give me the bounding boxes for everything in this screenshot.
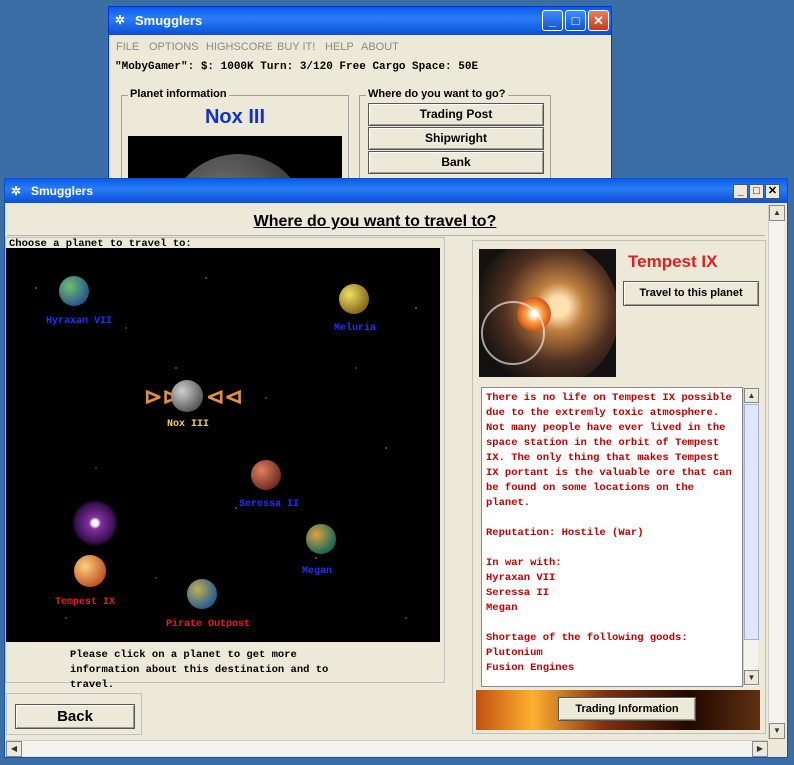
close-button[interactable]: ✕: [765, 184, 780, 199]
war-item: Hyraxan VII: [486, 572, 556, 584]
selected-planet-name: Tempest IX: [628, 252, 718, 271]
window-scroll-left-icon[interactable]: ◀: [6, 741, 22, 757]
planet-label-nox-iii[interactable]: Nox III: [167, 419, 209, 430]
minimize-button[interactable]: _: [542, 10, 563, 31]
menu-file[interactable]: FILE: [116, 41, 139, 53]
menu-about[interactable]: ABOUT: [361, 41, 399, 53]
planet-hyraxan-vii[interactable]: [59, 276, 89, 306]
selected-planet-image: [479, 249, 616, 377]
scroll-down-icon[interactable]: ▼: [744, 670, 759, 685]
close-button[interactable]: ✕: [588, 10, 609, 31]
nebula-purple: [72, 500, 118, 546]
planet-info-label: Planet information: [128, 88, 229, 100]
menu-buy-it[interactable]: BUY IT!: [277, 41, 315, 53]
planet-label-tempest-ix[interactable]: Tempest IX: [55, 597, 115, 608]
menu-help[interactable]: HELP: [325, 41, 354, 53]
status-line: "MobyGamer": $: 1000K Turn: 3/120 Free C…: [115, 61, 479, 73]
menu-options[interactable]: OPTIONS: [149, 41, 199, 53]
planet-meluria[interactable]: [339, 284, 369, 314]
trading-post-button[interactable]: Trading Post: [368, 103, 544, 126]
war-item: Megan: [486, 602, 518, 614]
trading-information-button[interactable]: Trading Information: [558, 697, 696, 721]
back-window-titlebar[interactable]: ✲ Smugglers _ □ ✕: [109, 7, 611, 35]
window-scroll-right-icon[interactable]: ▶: [752, 741, 768, 757]
hint-text: Please click on a planet to get more inf…: [70, 649, 329, 691]
window-vertical-scrollbar[interactable]: ▲ ▼: [768, 205, 785, 739]
maximize-button[interactable]: □: [565, 10, 586, 31]
planet-pirate-outpost[interactable]: [187, 579, 217, 609]
planet-tempest-ix[interactable]: [74, 555, 106, 587]
window-scroll-down-icon[interactable]: ▼: [769, 723, 785, 739]
travel-to-planet-button[interactable]: Travel to this planet: [623, 281, 759, 306]
heading-divider: [7, 235, 765, 236]
bank-button[interactable]: Bank: [368, 151, 544, 174]
star-field: [6, 248, 440, 642]
description-scrollbar[interactable]: ▲ ▼: [743, 388, 759, 686]
war-heading: In war with:: [486, 557, 562, 569]
minimize-button[interactable]: _: [733, 184, 748, 199]
planet-nox-iii[interactable]: [171, 380, 203, 412]
reputation-text: Reputation: Hostile (War): [486, 527, 644, 539]
scroll-thumb[interactable]: [744, 404, 759, 640]
planet-megan[interactable]: [306, 524, 336, 554]
planet-label-pirate-outpost[interactable]: Pirate Outpost: [166, 619, 250, 630]
back-window-title: Smugglers: [135, 13, 203, 28]
description-text: There is no life on Tempest IX possible …: [486, 392, 732, 509]
page-title: Where do you want to travel to?: [253, 213, 497, 230]
shortage-item: Fusion Engines: [486, 662, 575, 674]
current-planet-name: Nox III: [204, 106, 265, 128]
planet-description: There is no life on Tempest IX possible …: [481, 387, 743, 687]
shortage-item: Plutonium: [486, 647, 543, 659]
star-map: Hyraxan VII Meluria ⊳⊳ ⊲⊲ Nox III Seress…: [6, 248, 440, 642]
app-icon: ✲: [115, 13, 126, 27]
menu-highscore[interactable]: HIGHSCORE: [206, 41, 273, 53]
back-button[interactable]: Back: [15, 704, 135, 729]
shipwright-button[interactable]: Shipwright: [368, 127, 544, 150]
back-window: ✲ Smugglers _ □ ✕ FILE OPTIONS HIGHSCORE…: [108, 6, 612, 206]
app-icon: ✲: [11, 184, 22, 198]
destination-label: Where do you want to go?: [366, 88, 508, 100]
travel-window-title: Smugglers: [31, 184, 94, 198]
planet-label-megan[interactable]: Megan: [302, 566, 332, 577]
scroll-up-icon[interactable]: ▲: [744, 388, 759, 403]
window-horizontal-scrollbar[interactable]: ◀ ▶: [6, 740, 768, 757]
planet-label-hyraxan-vii[interactable]: Hyraxan VII: [46, 316, 112, 327]
travel-window-titlebar[interactable]: ✲ Smugglers _ □ ✕: [5, 179, 787, 203]
planet-label-seressa-ii[interactable]: Seressa II: [239, 499, 299, 510]
planet-label-meluria[interactable]: Meluria: [334, 323, 376, 334]
selection-arrow-right-icon: ⊲⊲: [206, 384, 243, 409]
window-scroll-up-icon[interactable]: ▲: [769, 205, 785, 221]
maximize-button[interactable]: □: [749, 184, 764, 199]
planet-seressa-ii[interactable]: [251, 460, 281, 490]
menubar: FILE OPTIONS HIGHSCORE BUY IT! HELP ABOU…: [109, 37, 611, 57]
shortage-heading: Shortage of the following goods:: [486, 632, 688, 644]
war-item: Seressa II: [486, 587, 550, 599]
